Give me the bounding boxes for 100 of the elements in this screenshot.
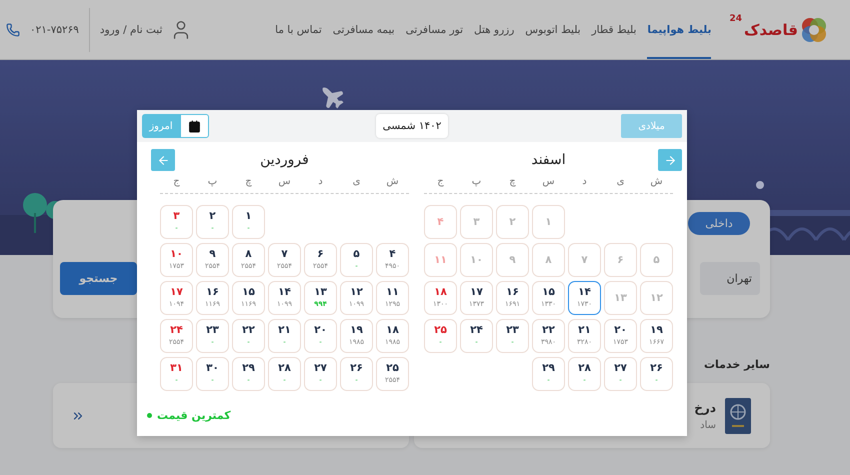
weekday-label: پ — [470, 176, 482, 187]
nav-link[interactable]: بیمه مسافرتی — [332, 0, 395, 59]
day-number: ۱۱ — [434, 254, 447, 266]
day-number: ۸ — [245, 248, 252, 260]
day-number: ۱۹ — [350, 324, 363, 336]
weekday-label: ی — [352, 176, 362, 187]
day-number: ۱۲ — [350, 286, 363, 298]
day-number: ۱۷ — [170, 286, 183, 298]
day-number: ۵ — [353, 248, 360, 260]
day-number: ۲۶ — [350, 362, 363, 374]
day-number: ۳ — [173, 210, 180, 222]
weekday-label: ی — [616, 176, 626, 187]
day-number: ۶ — [617, 254, 624, 266]
weekday-label: س — [541, 176, 556, 187]
weekday-label: چ — [244, 176, 253, 187]
search-button[interactable]: جستجو — [60, 262, 137, 295]
prev-month-button[interactable] — [151, 149, 175, 171]
day-number: ۲۳ — [206, 324, 219, 336]
day-number: ۲۱ — [578, 324, 591, 336]
day-number: ۳۱ — [170, 362, 183, 374]
day-number: ۱۱ — [386, 286, 399, 298]
day-number: ۱۴ — [578, 286, 591, 298]
weekday-label: ج — [172, 176, 181, 187]
weekday-label: پ — [206, 176, 218, 187]
day-number: ۲۴ — [470, 324, 483, 336]
day-number: ۲۰ — [614, 324, 627, 336]
weekday-label: چ — [508, 176, 517, 187]
day-number: ۲۱ — [278, 324, 291, 336]
weekday-label: ج — [436, 176, 445, 187]
day-number: ۷ — [281, 248, 288, 260]
service-title: درخ — [694, 400, 716, 414]
day-number: ۴ — [389, 248, 396, 260]
legend-dot-icon — [147, 413, 152, 418]
day-number: ۱ — [545, 216, 552, 228]
weekday-label: د — [317, 176, 324, 187]
section-title: سایر خدمات — [704, 358, 770, 371]
day-number: ۲ — [509, 216, 516, 228]
day-number: ۲ — [209, 210, 216, 222]
weekday-label: ش — [385, 176, 400, 187]
day-number: ۲۹ — [542, 362, 555, 374]
day-number: ۲۸ — [578, 362, 591, 374]
calendar-icon — [188, 120, 201, 132]
day-number: ۳۰ — [206, 362, 219, 374]
day-number: ۷ — [581, 254, 588, 266]
login-link[interactable]: ثبت نام / ورود — [100, 18, 192, 40]
day-number: ۶ — [317, 248, 324, 260]
weekday-label: س — [277, 176, 292, 187]
day-number: ۴ — [437, 216, 444, 228]
day-number: ۱۸ — [386, 324, 399, 336]
day-number: ۲۸ — [278, 362, 291, 374]
day-number: ۲۲ — [542, 324, 555, 336]
nav-link[interactable]: بلیط قطار — [592, 0, 636, 59]
year-label: ۱۴۰۲ شمسی — [376, 114, 448, 138]
day-number: ۱۳ — [314, 286, 327, 298]
day-number: ۲۵ — [386, 362, 399, 374]
domestic-tab[interactable]: داخلی — [688, 212, 750, 235]
day-number: ۲۳ — [506, 324, 519, 336]
day-number: ۱۶ — [206, 286, 219, 298]
logo-icon — [800, 16, 828, 44]
day-number: ۱۶ — [506, 286, 519, 298]
day-number: ۲۷ — [314, 362, 327, 374]
service-subtitle: ساد — [699, 420, 716, 430]
nav-link[interactable]: تماس با ما — [275, 0, 322, 59]
weekday-label: ش — [649, 176, 664, 187]
day-number: ۲۵ — [434, 324, 447, 336]
month-title: فروردین — [259, 152, 310, 168]
day-number: ۹ — [509, 254, 516, 266]
day-number: ۱۷ — [470, 286, 483, 298]
origin-field[interactable]: تهران — [700, 262, 760, 295]
nav-link[interactable]: رزرو هتل — [474, 0, 514, 59]
phone-number: ۰۲۱-۷۵۲۶۹ — [30, 24, 79, 36]
phone-icon — [6, 22, 20, 36]
day-number: ۱۰ — [170, 248, 183, 260]
day-number: ۱۰ — [470, 254, 483, 266]
day-number: ۲۹ — [242, 362, 255, 374]
day-number: ۱۲ — [650, 292, 663, 304]
day-number: ۲۶ — [650, 362, 663, 374]
day-number: ۱ — [245, 210, 252, 222]
weekday-label: د — [581, 176, 588, 187]
next-month-button[interactable] — [658, 149, 682, 171]
logo-number: 24 — [729, 14, 742, 24]
logo-text: قاصدک — [744, 20, 798, 38]
calendar-button[interactable] — [180, 114, 209, 138]
nav-link[interactable]: بلیط اتوبوس — [525, 0, 581, 59]
day-number: ۱۵ — [242, 286, 255, 298]
day-number: ۲۷ — [614, 362, 627, 374]
day-number: ۱۳ — [614, 292, 627, 304]
day-number: ۱۵ — [542, 286, 555, 298]
day-number: ۲۲ — [242, 324, 255, 336]
arrow-right-icon — [664, 154, 676, 166]
day-number: ۸ — [545, 254, 552, 266]
day-number: ۹ — [209, 248, 216, 260]
day-number: ۲۰ — [314, 324, 327, 336]
day-number: ۱۸ — [434, 286, 447, 298]
legend-label: کمترین قیمت — [157, 409, 231, 422]
nav-link[interactable]: تور مسافرتی — [406, 0, 464, 59]
passport-icon — [724, 396, 752, 434]
day-number: ۱۹ — [650, 324, 663, 336]
arrow-left-icon — [156, 154, 170, 166]
day-number: ۲۴ — [170, 324, 183, 336]
